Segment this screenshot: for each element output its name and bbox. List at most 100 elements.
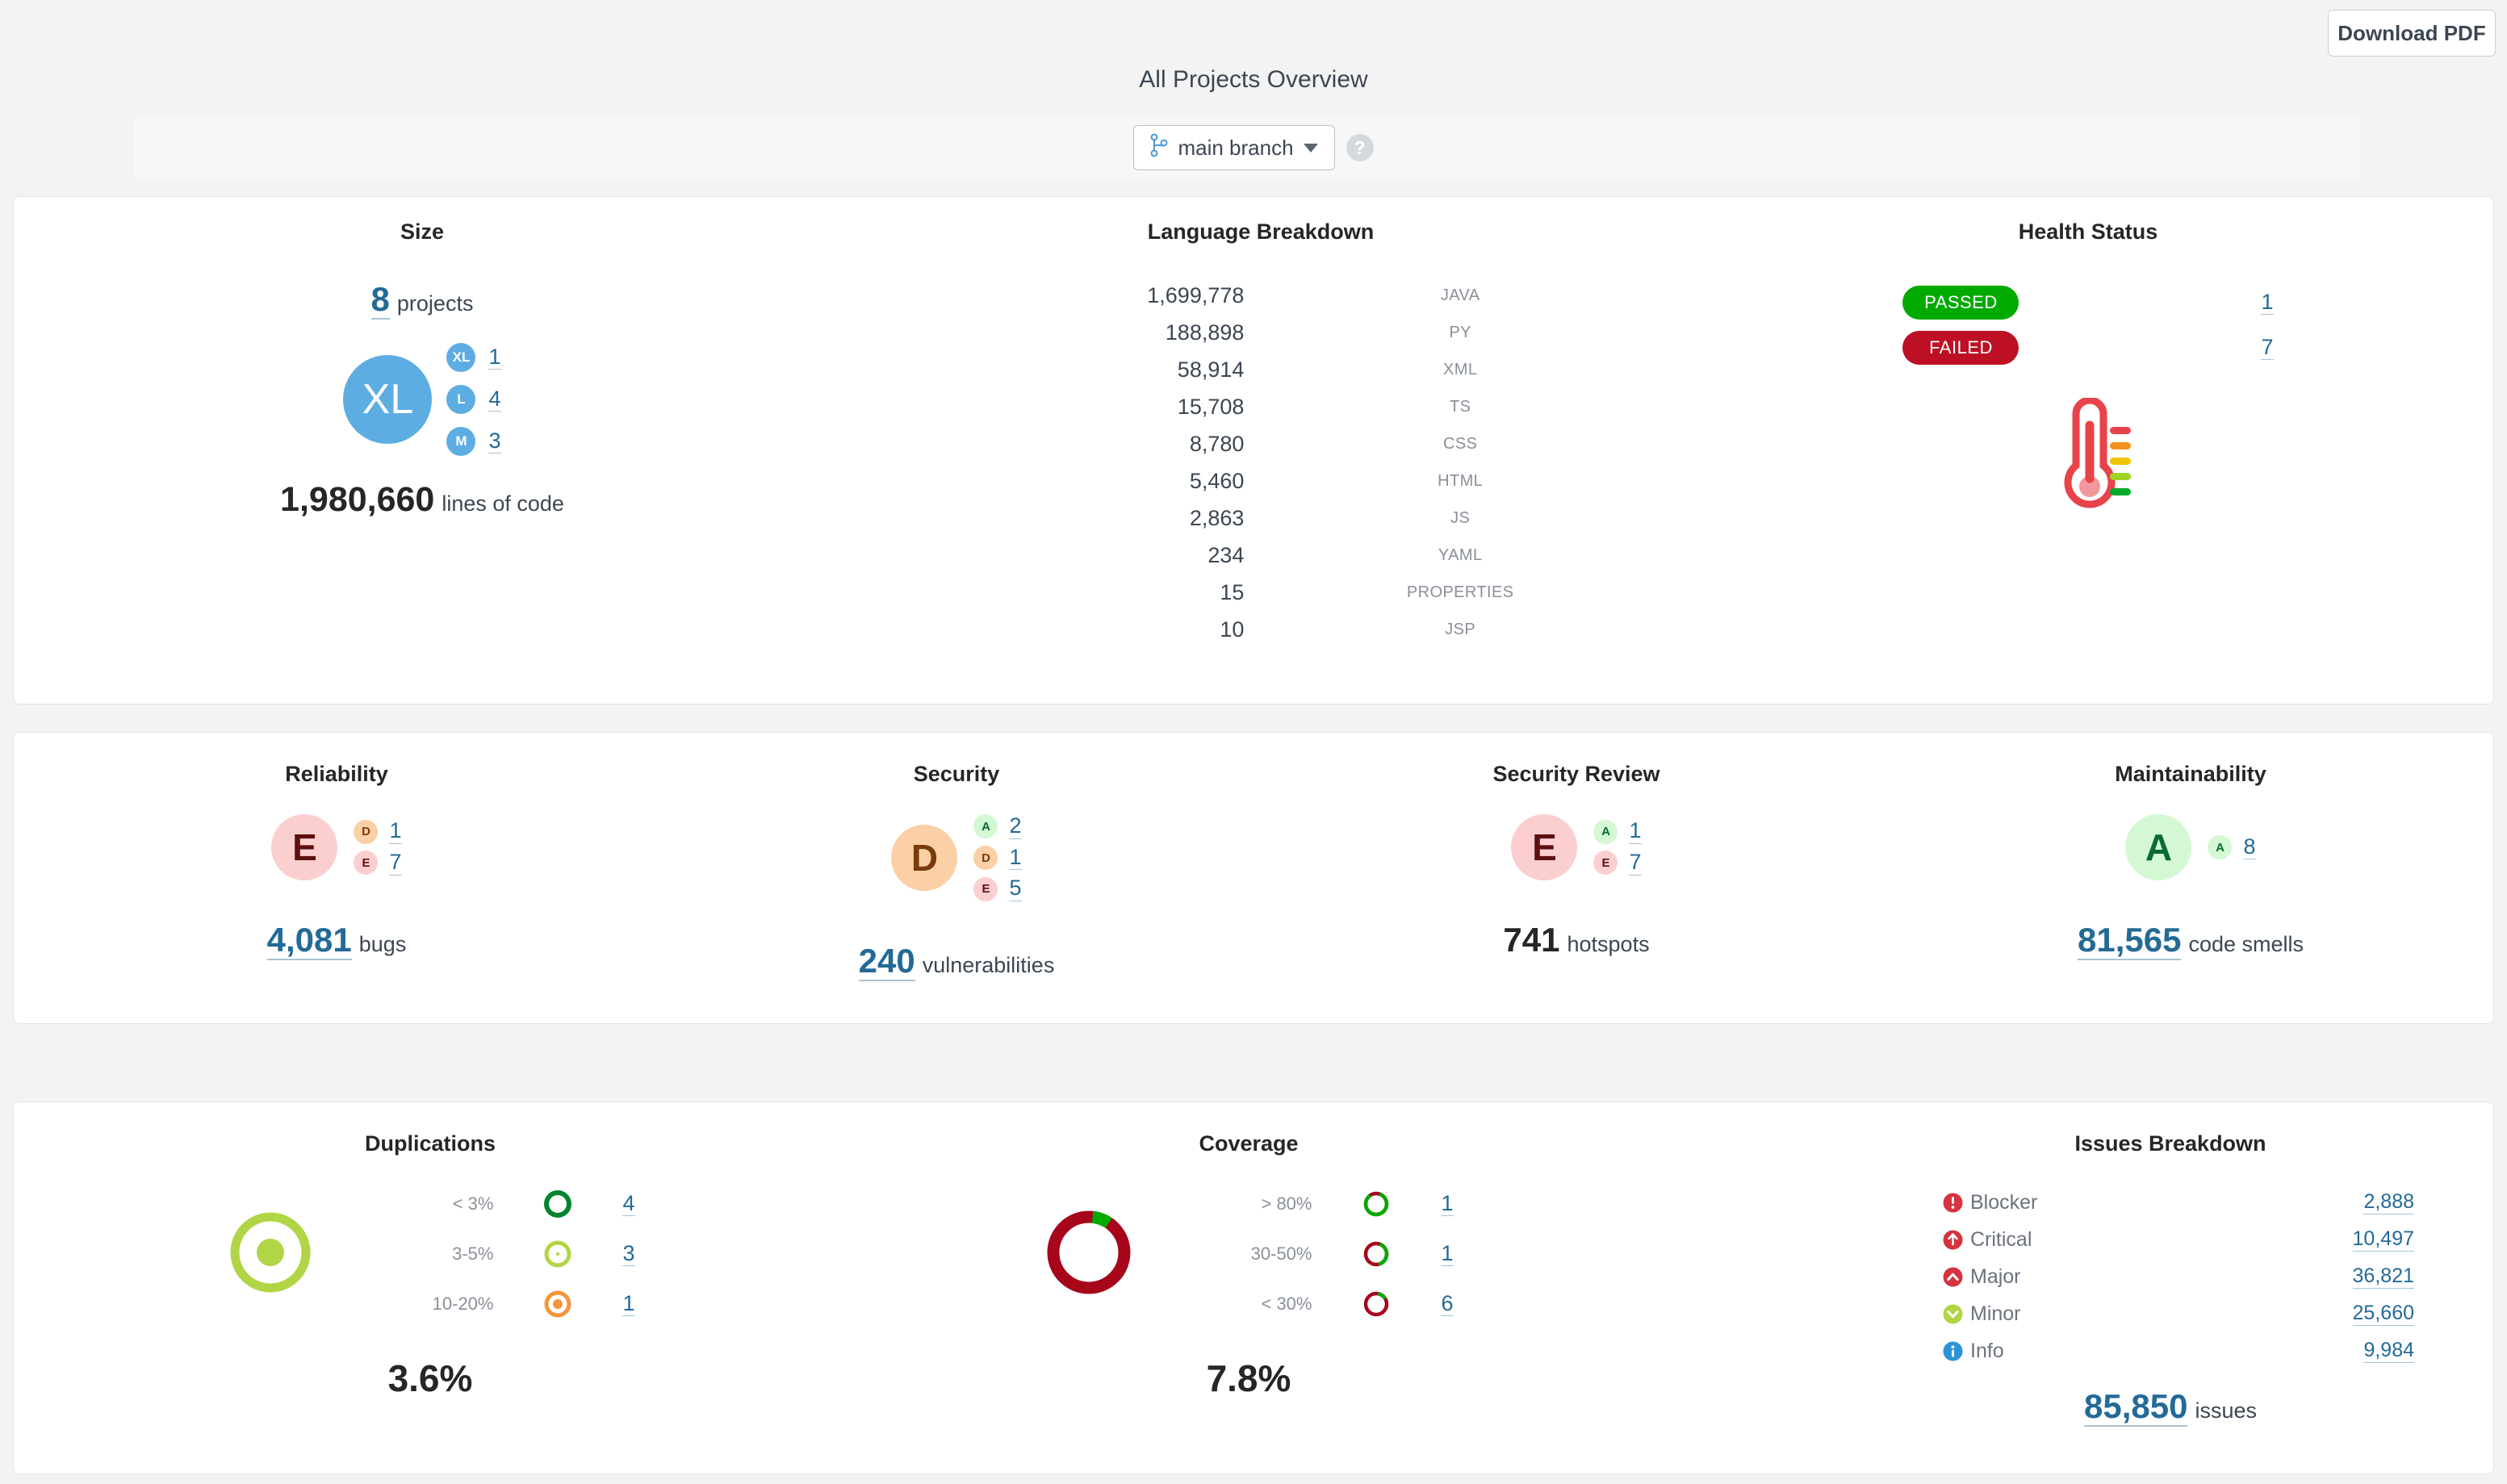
rating-count-a[interactable]: 2 (1009, 813, 1022, 839)
size-body: XL XL 1 L 4 M 3 (27, 343, 818, 456)
issue-count-link[interactable]: 25,660 (2352, 1302, 2414, 1326)
failed-count-link[interactable]: 7 (2261, 335, 2274, 361)
duplications-legend-count[interactable]: 1 (622, 1291, 635, 1317)
language-value: 2,863 (1189, 505, 1245, 530)
rating-count-d[interactable]: 1 (389, 819, 402, 844)
size-count-xl[interactable]: 1 (488, 345, 501, 370)
rating-badge-e: E (973, 876, 998, 901)
issues-total-link[interactable]: 85,850 (2084, 1387, 2188, 1427)
language-value: 234 (1207, 542, 1245, 567)
language-name: JS (1450, 508, 1471, 527)
coverage-legend-count[interactable]: 1 (1441, 1191, 1454, 1217)
language-row: 234 YAML (845, 537, 1676, 574)
language-row: 15,708 TS (845, 388, 1676, 425)
hotspots-count: 741 (1503, 921, 1560, 959)
coverage-legend-row: < 30% 6 (1207, 1289, 1454, 1319)
duplications-legend-label: < 3% (452, 1193, 494, 1214)
coverage-title: Coverage (1199, 1131, 1299, 1156)
size-badge-xl: XL (446, 343, 476, 372)
bugs-count-link[interactable]: 4,081 (266, 921, 352, 960)
size-count-l[interactable]: 4 (488, 387, 501, 412)
git-branch-icon (1150, 133, 1168, 163)
security-review-title: Security Review (1492, 762, 1660, 786)
language-row: 2,863 JS (845, 500, 1676, 537)
rating-breakdown-item: A 2 (973, 813, 1022, 839)
language-value: 1,699,778 (1147, 282, 1245, 307)
duplications-legend-count[interactable]: 4 (622, 1191, 635, 1217)
reliability-breakdown: D 1 E 7 (354, 819, 402, 876)
size-rating-circle: XL (343, 355, 433, 444)
rating-breakdown-item: A 8 (2208, 834, 2256, 860)
size-breakdown-list: XL 1 L 4 M 3 (446, 343, 501, 456)
rating-count-e[interactable]: 7 (389, 850, 402, 876)
passed-count-link[interactable]: 1 (2261, 290, 2274, 316)
language-name: PY (1449, 323, 1471, 341)
security-review-breakdown: A 1 E 7 (1593, 819, 1642, 876)
report-page: Download PDF All Projects Overview main … (0, 0, 2507, 1484)
rating-breakdown-item: D 1 (354, 819, 402, 844)
rating-badge-d: D (973, 846, 998, 871)
issue-severity-label: Info (1970, 1339, 2004, 1362)
code-smells-count-link[interactable]: 81,565 (2077, 921, 2182, 960)
branch-row: main branch ? (0, 118, 2507, 178)
reliability-footer: 4,081 bugs (27, 921, 647, 960)
duplications-donut (225, 1207, 316, 1302)
issue-count-link[interactable]: 10,497 (2352, 1227, 2414, 1252)
rating-count-e[interactable]: 7 (1629, 850, 1642, 876)
issue-count-link[interactable]: 36,821 (2352, 1265, 2414, 1289)
duplications-title: Duplications (364, 1131, 496, 1156)
coverage-legend-count[interactable]: 1 (1441, 1241, 1454, 1267)
coverage-legend-count[interactable]: 6 (1441, 1291, 1454, 1317)
maintainability-rating-circle: A (2125, 814, 2192, 880)
rating-count-a[interactable]: 1 (1629, 819, 1642, 844)
issue-row-critical: Critical 10,497 (1935, 1221, 2414, 1258)
rating-count-d[interactable]: 1 (1009, 845, 1022, 871)
issue-row-info: Info 9,984 (1935, 1332, 2414, 1369)
duplications-legend-count[interactable]: 3 (622, 1241, 635, 1267)
coverage-legend: > 80% 1 30-50% 1 < 30% 6 (1207, 1189, 1454, 1319)
minor-icon (1935, 1303, 1970, 1325)
coverage-percent: 7.8% (1206, 1357, 1291, 1399)
security-review-body: E A 1 E 7 (1266, 814, 1886, 880)
duplication-ring-icon-high (542, 1289, 574, 1319)
rating-count-e[interactable]: 5 (1009, 876, 1022, 902)
projects-count-link[interactable]: 8 (370, 280, 390, 320)
issue-severity-label: Major (1970, 1265, 2021, 1288)
page-title: All Projects Overview (1139, 66, 1368, 93)
size-count-m[interactable]: 3 (488, 428, 501, 454)
rating-badge-a: A (1593, 819, 1618, 844)
duplications-legend: < 3% 4 3-5% 3 10-20% 1 (388, 1189, 635, 1319)
language-value: 15,708 (1177, 394, 1245, 419)
health-row-failed: FAILED 7 (1709, 325, 2467, 370)
chevron-down-icon (1303, 143, 1318, 153)
security-footer: 240 vulnerabilities (647, 942, 1266, 982)
vulnerabilities-count-link[interactable]: 240 (858, 942, 915, 982)
language-name: PROPERTIES (1406, 583, 1514, 601)
issue-severity-label: Minor (1970, 1302, 2021, 1325)
duplications-legend-row: 10-20% 1 (388, 1289, 635, 1319)
help-icon[interactable]: ? (1346, 134, 1374, 161)
rating-badge-d: D (354, 819, 379, 844)
health-rows: PASSED 1 FAILED 7 (1709, 280, 2467, 370)
language-list: 1,699,778 JAVA 188,898 PY 58,914 XML 15,… (845, 277, 1676, 648)
language-row: 15 PROPERTIES (845, 574, 1676, 611)
coverage-body: > 80% 1 30-50% 1 < 30% 6 (837, 1189, 1660, 1319)
code-smells-unit: code smells (2188, 932, 2304, 956)
issue-severity-label: Critical (1970, 1227, 2032, 1251)
rating-breakdown-item: A 1 (1593, 819, 1642, 844)
size-panel: Size 8 projects XL XL 1 L 4 M 3 1,980,66… (27, 197, 818, 520)
issue-count-link[interactable]: 2,888 (2363, 1190, 2414, 1214)
language-value: 10 (1220, 617, 1245, 642)
issue-count-link[interactable]: 9,984 (2363, 1339, 2414, 1363)
health-title: Health Status (2018, 219, 2158, 244)
critical-icon (1935, 1229, 1970, 1251)
status-badge-failed: FAILED (1902, 331, 2019, 365)
language-name: YAML (1438, 546, 1483, 564)
branch-selector[interactable]: main branch (1133, 125, 1335, 170)
duplications-legend-row: < 3% 4 (388, 1189, 635, 1219)
ratings-card: Reliability E D 1 E 7 4,081 bugs Securit… (13, 732, 2494, 1024)
thermometer-icon (1709, 398, 2467, 509)
duplications-panel: Duplications < 3% 4 3-5% 3 10-20% 1 3.6% (27, 1102, 834, 1400)
download-pdf-button[interactable]: Download PDF (2328, 10, 2496, 56)
rating-count-a[interactable]: 8 (2243, 834, 2256, 860)
